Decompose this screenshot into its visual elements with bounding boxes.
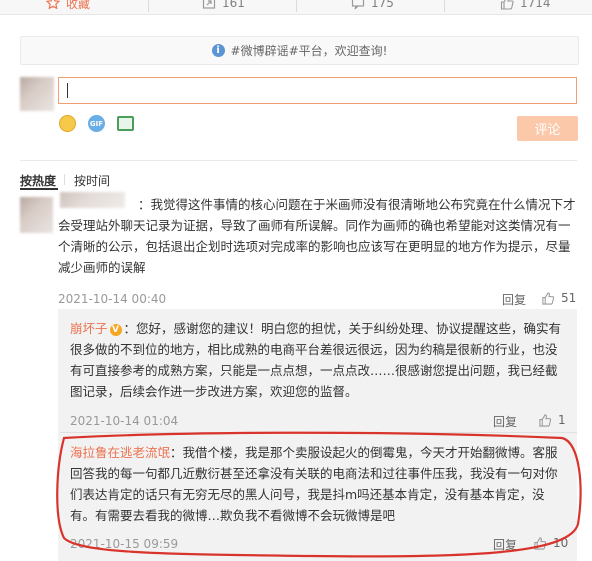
comment-like-button[interactable]: 51 [541, 291, 576, 305]
like-count: 1714 [520, 0, 551, 10]
reply-label: 回复 [502, 293, 527, 307]
like-button[interactable]: 1714 [500, 0, 551, 12]
repost-count: 161 [222, 0, 245, 10]
reply-like-button[interactable]: 1 [538, 413, 566, 427]
comment-input[interactable] [58, 77, 577, 104]
reply-author[interactable]: 崩坏子 [70, 321, 108, 336]
text-caret [67, 83, 68, 98]
topbar-divider [296, 0, 297, 12]
comment-timestamp: 2021-10-14 00:40 [58, 292, 167, 306]
active-tab-indicator [20, 188, 58, 190]
comment-icon [351, 0, 365, 10]
comment-button[interactable]: 175 [351, 0, 394, 12]
thumbs-up-icon [538, 413, 552, 427]
comment-like-count: 51 [561, 291, 577, 305]
thumbs-up-icon [500, 0, 514, 10]
reply-like-count: 1 [558, 413, 566, 427]
topbar-divider [148, 0, 149, 12]
comment-body: ：我觉得这件事情的核心问题在于米画师没有很清晰地公布究竟在什么情况下才会受理站外… [58, 197, 576, 275]
sort-by-heat-tab[interactable]: 按热度 [20, 172, 56, 189]
comment-count: 175 [371, 0, 394, 10]
sort-by-time-tab[interactable]: 按时间 [74, 172, 110, 189]
reply-text: 崩坏子 V ：您好，感谢您的建议！明白您的担忧，关于纠纷处理、协议提醒这些，确实有很… [70, 318, 568, 402]
emoji-icon[interactable] [59, 115, 76, 132]
topbar-divider [444, 0, 445, 12]
divider [20, 160, 577, 161]
verified-badge-icon: V [109, 323, 122, 336]
red-circle-annotation [56, 431, 582, 558]
image-icon[interactable] [117, 116, 134, 131]
submit-comment-button[interactable]: 评论 [517, 116, 578, 141]
reply-timestamp: 2021-10-14 01:04 [70, 414, 179, 428]
rumor-notice-bar[interactable]: i #微博辟谣#平台，欢迎查询! [20, 36, 579, 65]
favorite-button[interactable]: 收藏 [45, 0, 91, 12]
comment-text: ：我觉得这件事情的核心问题在于米画师没有很清晰地公布究竟在什么情况下才会受理站外… [58, 194, 577, 278]
star-icon [45, 0, 61, 10]
notice-text: #微博辟谣#平台，欢迎查询! [230, 44, 388, 58]
reply-button[interactable]: 回复 [502, 291, 526, 308]
repost-icon [202, 0, 216, 10]
sort-divider [64, 174, 65, 185]
avatar[interactable] [20, 77, 54, 111]
favorite-label: 收藏 [66, 0, 91, 11]
avatar[interactable] [20, 197, 53, 233]
thumbs-up-icon [541, 291, 555, 305]
reply-body: ：您好，感谢您的建议！明白您的担忧，关于纠纷处理、协议提醒这些，确实有很多做的不… [70, 321, 562, 399]
repost-button[interactable]: 161 [202, 0, 245, 12]
info-icon: i [211, 44, 225, 57]
gif-icon[interactable]: GIF [88, 115, 105, 132]
